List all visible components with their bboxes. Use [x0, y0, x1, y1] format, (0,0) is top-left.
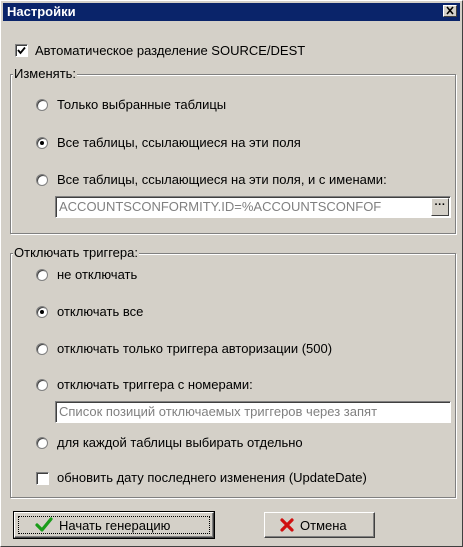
radio-disable-auth-triggers[interactable]: [36, 343, 48, 355]
update-date-checkbox[interactable]: [36, 472, 49, 485]
radio-no-disable-label[interactable]: не отключать: [57, 267, 137, 282]
auto-split-label[interactable]: Автоматическое разделение SOURCE/DEST: [35, 43, 305, 58]
close-button[interactable]: [443, 5, 457, 17]
cancel-label: Отмена: [300, 518, 347, 533]
radio-all-referencing-tables[interactable]: [36, 137, 48, 149]
triggers-group: [10, 253, 456, 498]
auto-split-checkbox[interactable]: [15, 44, 28, 57]
radio-choose-per-table-label[interactable]: для каждой таблицы выбирать отдельно: [57, 435, 303, 450]
triggers-group-title: Отключать триггера:: [13, 245, 139, 260]
names-field[interactable]: ···: [55, 196, 451, 218]
change-group-title: Изменять:: [13, 66, 78, 81]
title-bar[interactable]: Настройки: [3, 3, 460, 21]
radio-all-referencing-tables-label[interactable]: Все таблицы, ссылающиеся на эти поля: [57, 135, 301, 150]
radio-selected-tables[interactable]: [36, 99, 48, 111]
radio-disable-all[interactable]: [36, 306, 48, 318]
start-generation-button[interactable]: Начать генерацию: [13, 511, 215, 539]
radio-disable-auth-triggers-label[interactable]: отключать только триггера авторизации (5…: [57, 341, 332, 356]
update-date-label[interactable]: обновить дату последнего изменения (Upda…: [57, 470, 367, 485]
radio-choose-per-table[interactable]: [36, 437, 48, 449]
red-x-icon: [280, 518, 294, 532]
radio-referencing-with-names[interactable]: [36, 174, 48, 186]
close-icon: [446, 6, 454, 15]
checkmark-icon: [17, 46, 26, 55]
names-input[interactable]: [59, 199, 450, 214]
radio-disable-all-label[interactable]: отключать все: [57, 304, 143, 319]
trigger-numbers-input[interactable]: [59, 404, 450, 419]
radio-disable-by-numbers[interactable]: [36, 379, 48, 391]
settings-dialog: Настройки Автоматическое разделение SOUR…: [0, 0, 463, 547]
radio-dot: [40, 141, 44, 145]
radio-selected-tables-label[interactable]: Только выбранные таблицы: [57, 97, 226, 112]
radio-disable-by-numbers-label[interactable]: отключать триггера с номерами:: [57, 377, 253, 392]
trigger-numbers-field[interactable]: [55, 401, 451, 423]
radio-no-disable[interactable]: [36, 269, 48, 281]
radio-dot: [40, 310, 44, 314]
window-title: Настройки: [7, 4, 76, 19]
green-checkmark-icon: [35, 517, 53, 532]
radio-referencing-with-names-label[interactable]: Все таблицы, ссылающиеся на эти поля, и …: [57, 172, 387, 187]
cancel-button[interactable]: Отмена: [264, 512, 375, 538]
start-generation-label: Начать генерацию: [59, 518, 171, 533]
browse-button[interactable]: ···: [431, 198, 449, 216]
